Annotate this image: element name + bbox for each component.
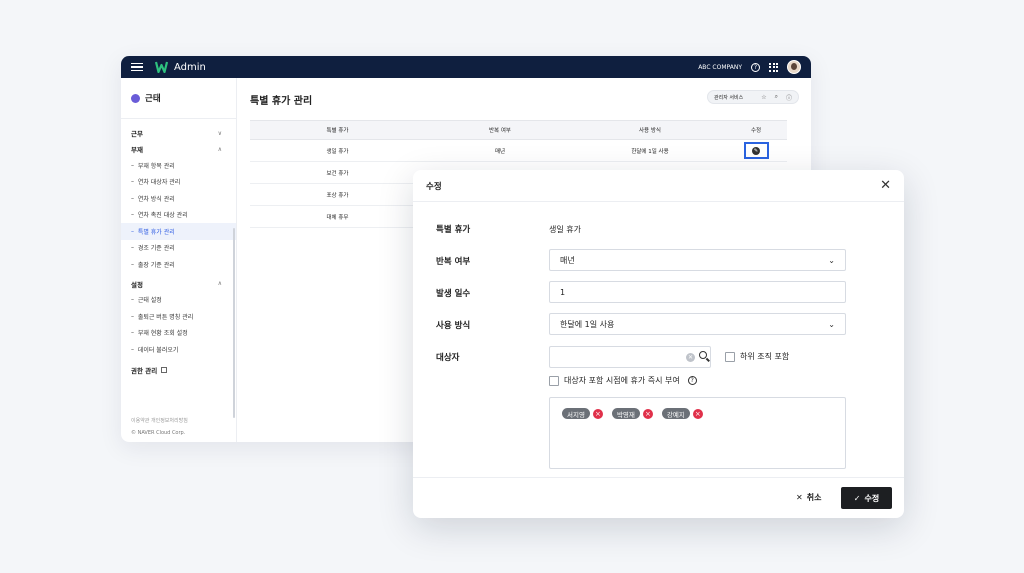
days-input[interactable]: 1 [549, 281, 846, 303]
sidebar-group-work[interactable]: 근무 ∨ [121, 125, 236, 141]
search-icon[interactable] [699, 351, 707, 359]
cancel-button[interactable]: ✕ 취소 [796, 492, 821, 503]
chevron-down-icon: ∨ [217, 129, 222, 137]
attendance-icon [131, 93, 140, 103]
include-sub-org-checkbox[interactable]: 하위 조직 포함 [725, 351, 789, 362]
edit-modal: 수정 ✕ 특별 휴가 생일 휴가 반복 여부 매년 ⌄ 발생 일수 1 사용 방식… [413, 170, 904, 518]
sidebar-scrollbar[interactable] [233, 228, 235, 418]
label-days: 발생 일수 [436, 289, 471, 299]
grant-now-checkbox[interactable]: 대상자 포함 시점에 휴가 즉시 부여? [549, 375, 697, 386]
search-icon[interactable]: ⌕ [775, 93, 778, 101]
star-icon[interactable]: ☆ [761, 94, 766, 101]
grid-icon[interactable] [769, 62, 778, 72]
sidebar-item-attendance-settings[interactable]: – 근태 설정 [121, 292, 236, 309]
usage-select[interactable]: 한달에 1일 사용 ⌄ [549, 313, 846, 335]
table-row[interactable]: 생일 휴가 매년 한달에 1일 사용 ✎ [250, 140, 787, 162]
label-target: 대상자 [436, 353, 460, 363]
sidebar-title: 근태 [145, 94, 161, 104]
sidebar-item-button-names[interactable]: – 출퇴근 버튼 명칭 관리 [121, 308, 236, 325]
remove-icon[interactable]: × [642, 408, 653, 419]
external-link-icon [161, 366, 168, 373]
table-header: 특별 휴가 반복 여부 사용 방식 수정 [250, 120, 787, 140]
check-icon: ✓ [853, 493, 861, 503]
sidebar-item-leave-methods[interactable]: – 연차 방식 관리 [121, 190, 236, 207]
target-tag-area[interactable]: 서지영 × 박영재 × 강예지 × [549, 397, 846, 469]
sidebar-item-status-settings[interactable]: – 부재 현황 조회 설정 [121, 325, 236, 342]
label-special-leave: 특별 휴가 [436, 225, 471, 235]
copyright: © NAVER Cloud Corp. [131, 430, 186, 436]
sidebar-item-business-trip[interactable]: – 출장 기준 관리 [121, 256, 236, 273]
target-tag: 강예지 × [661, 408, 703, 419]
sidebar-item-data-import[interactable]: – 데이터 불러오기 [121, 341, 236, 358]
chevron-down-icon: ⌄ [828, 255, 835, 265]
modal-title: 수정 [426, 181, 442, 192]
close-icon: ✕ [796, 493, 803, 502]
sidebar: 근태 근무 ∨ 부재 ∧ – 부재 항목 관리 – 연차 대상자 관리 – 연차 방… [121, 78, 237, 442]
company-name[interactable]: ABC COMPANY [698, 64, 742, 71]
repeat-select[interactable]: 매년 ⌄ [549, 249, 846, 271]
sidebar-group-settings[interactable]: 설정 ∧ [121, 276, 236, 292]
info-icon[interactable]: ⓘ [786, 93, 792, 102]
admin-service-pill: 관리자 서비스 ☆ ⌕ ⓘ [707, 90, 799, 104]
footer-links[interactable]: 이용약관 개인정보처리방침 [131, 417, 188, 424]
label-usage: 사용 방식 [436, 321, 471, 331]
sidebar-item-leave-promotion[interactable]: – 연차 촉진 대상 관리 [121, 207, 236, 224]
close-icon[interactable]: ✕ [880, 179, 891, 192]
remove-icon[interactable]: × [692, 408, 703, 419]
sidebar-item-absence-types[interactable]: – 부재 항목 관리 [121, 157, 236, 174]
edit-button[interactable]: ✎ [743, 142, 769, 159]
top-bar: Admin ABC COMPANY ? [121, 56, 811, 78]
target-tag: 서지영 × [562, 408, 603, 419]
works-logo-icon [155, 61, 168, 73]
clear-icon[interactable]: ✕ [686, 353, 695, 362]
pencil-icon: ✎ [752, 146, 760, 155]
sidebar-link-permissions[interactable]: 권한 관리 [121, 362, 236, 378]
page-title: 특별 휴가 관리 [250, 96, 313, 107]
question-icon[interactable]: ? [751, 62, 760, 72]
menu-icon[interactable] [131, 62, 143, 72]
sidebar-item-condolence[interactable]: – 경조 기준 관리 [121, 240, 236, 257]
sidebar-item-leave-targets[interactable]: – 연차 대상자 관리 [121, 174, 236, 191]
target-tag: 박영재 × [611, 408, 653, 419]
brand-name: Admin [174, 61, 206, 73]
target-search-input[interactable]: ✕ [549, 346, 711, 368]
sidebar-item-special-leave[interactable]: – 특별 휴가 관리 [121, 223, 236, 240]
admin-service-button[interactable]: 관리자 서비스 [714, 94, 743, 101]
label-repeat: 반복 여부 [436, 257, 471, 267]
special-leave-value: 생일 휴가 [549, 225, 581, 234]
help-icon[interactable]: ? [687, 376, 697, 385]
chevron-down-icon: ⌄ [828, 319, 835, 329]
remove-icon[interactable]: × [592, 408, 603, 419]
save-button[interactable]: ✓ 수정 [841, 487, 892, 509]
chevron-up-icon: ∧ [217, 280, 222, 287]
chevron-up-icon: ∧ [217, 145, 222, 153]
sidebar-group-absence[interactable]: 부재 ∧ [121, 141, 236, 157]
avatar[interactable] [787, 60, 801, 74]
